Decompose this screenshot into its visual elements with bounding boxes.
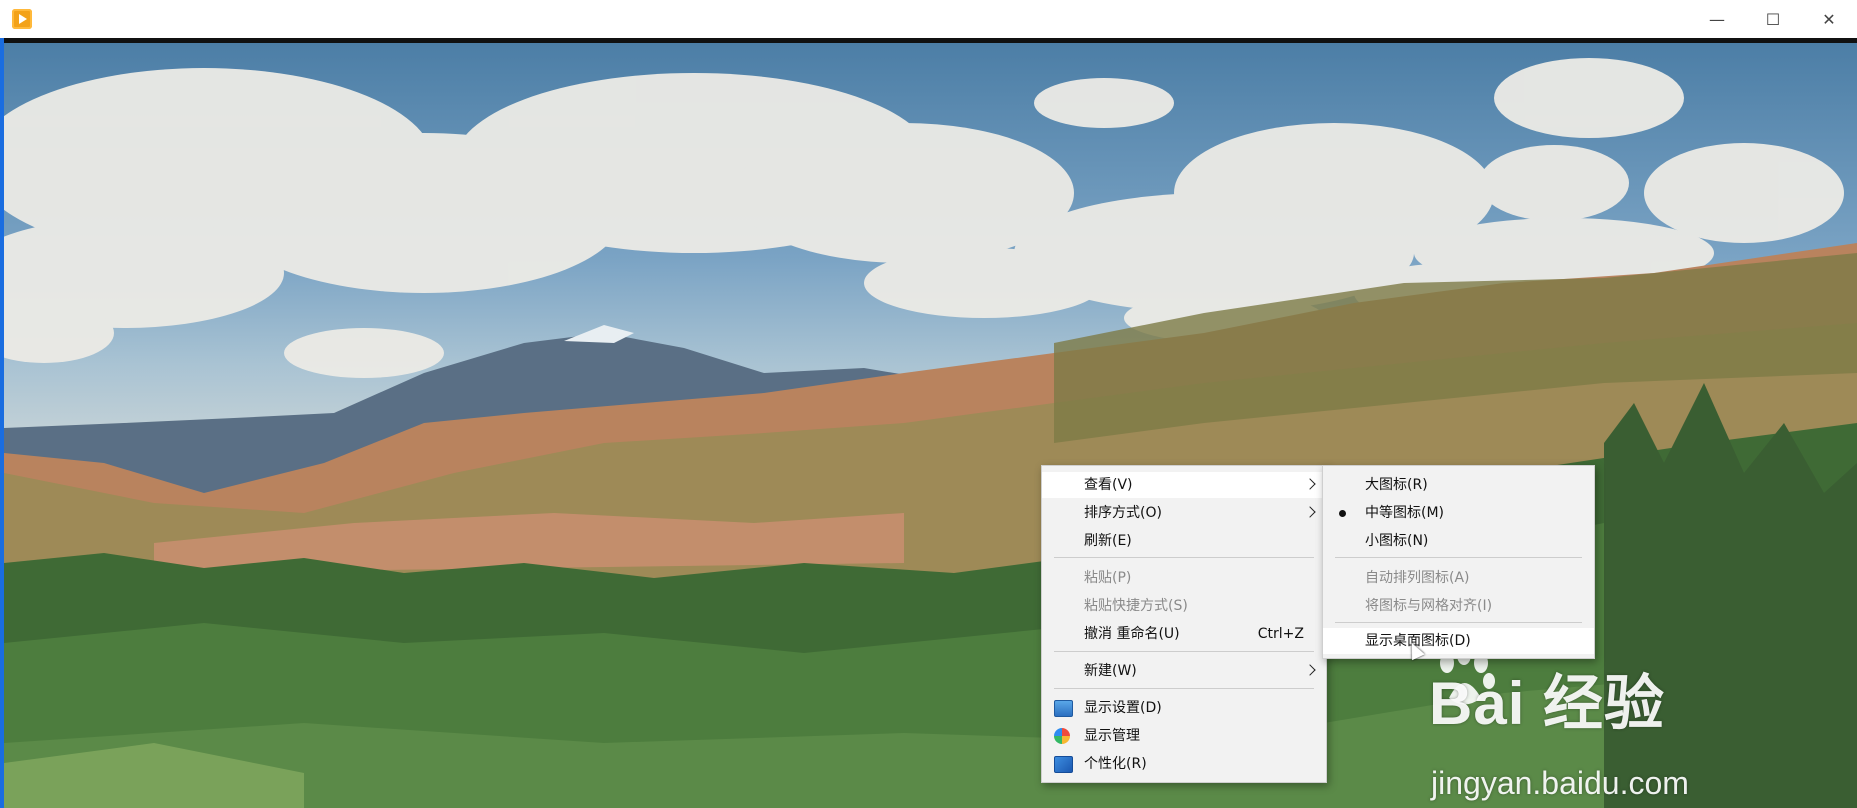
submenu-item-medium-icons[interactable]: 中等图标(M)	[1323, 500, 1594, 526]
selected-bullet-icon	[1339, 510, 1346, 517]
watermark-url: jingyan.baidu.com	[1431, 765, 1689, 801]
undo-shortcut: Ctrl+Z	[1257, 626, 1304, 642]
display-manager-icon	[1054, 728, 1070, 744]
menu-separator	[1054, 651, 1314, 652]
view-submenu: 大图标(R) 中等图标(M) 小图标(N) 自动排列图标(A) 将图标与网格对齐…	[1322, 465, 1595, 659]
menu-item-new[interactable]: 新建(W)	[1042, 658, 1326, 684]
menu-item-sort-by[interactable]: 排序方式(O)	[1042, 500, 1326, 526]
desktop-context-menu: 查看(V) 排序方式(O) 刷新(E) 粘贴(P) 粘贴快捷方式(S) 撤消 重…	[1041, 465, 1327, 783]
submenu-item-align-to-grid: 将图标与网格对齐(I)	[1365, 598, 1493, 614]
submenu-item-large-icons[interactable]: 大图标(R)	[1323, 472, 1594, 498]
submenu-item-small-icons[interactable]: 小图标(N)	[1323, 528, 1594, 554]
menu-item-display-manager[interactable]: 显示管理	[1042, 723, 1326, 749]
display-settings-icon	[1054, 700, 1073, 717]
menu-item-paste-shortcut: 粘贴快捷方式(S)	[1084, 598, 1188, 614]
window-controls: — ☐ ✕	[1689, 0, 1857, 38]
menu-item-display-settings[interactable]: 显示设置(D)	[1042, 695, 1326, 721]
maximize-button[interactable]: ☐	[1745, 0, 1801, 38]
menu-item-refresh[interactable]: 刷新(E)	[1042, 528, 1326, 554]
media-player-window: — ☐ ✕ Bai 经验 jingyan.baidu.com 查看(V) 排序方…	[0, 0, 1857, 808]
menu-separator	[1335, 557, 1582, 558]
submenu-arrow-icon	[1304, 478, 1316, 490]
title-bar[interactable]: — ☐ ✕	[0, 0, 1857, 39]
app-play-icon[interactable]	[12, 9, 32, 29]
menu-item-personalize[interactable]: 个性化(R)	[1042, 751, 1326, 777]
watermark-brand: Bai 经验	[1429, 670, 1666, 737]
submenu-arrow-icon	[1304, 664, 1316, 676]
submenu-item-show-desktop-icons[interactable]: 显示桌面图标(D)	[1323, 628, 1594, 654]
menu-item-view[interactable]: 查看(V)	[1042, 472, 1326, 498]
submenu-item-auto-arrange: 自动排列图标(A)	[1365, 570, 1470, 586]
close-button[interactable]: ✕	[1801, 0, 1857, 38]
desktop-wallpaper[interactable]: Bai 经验 jingyan.baidu.com	[4, 43, 1857, 808]
submenu-arrow-icon	[1304, 506, 1316, 518]
menu-separator	[1335, 622, 1582, 623]
menu-item-paste: 粘贴(P)	[1084, 570, 1132, 586]
minimize-button[interactable]: —	[1689, 0, 1745, 38]
personalize-icon	[1054, 756, 1073, 773]
menu-item-undo-rename[interactable]: 撤消 重命名(U) Ctrl+Z	[1042, 621, 1326, 647]
menu-separator	[1054, 688, 1314, 689]
menu-separator	[1054, 557, 1314, 558]
